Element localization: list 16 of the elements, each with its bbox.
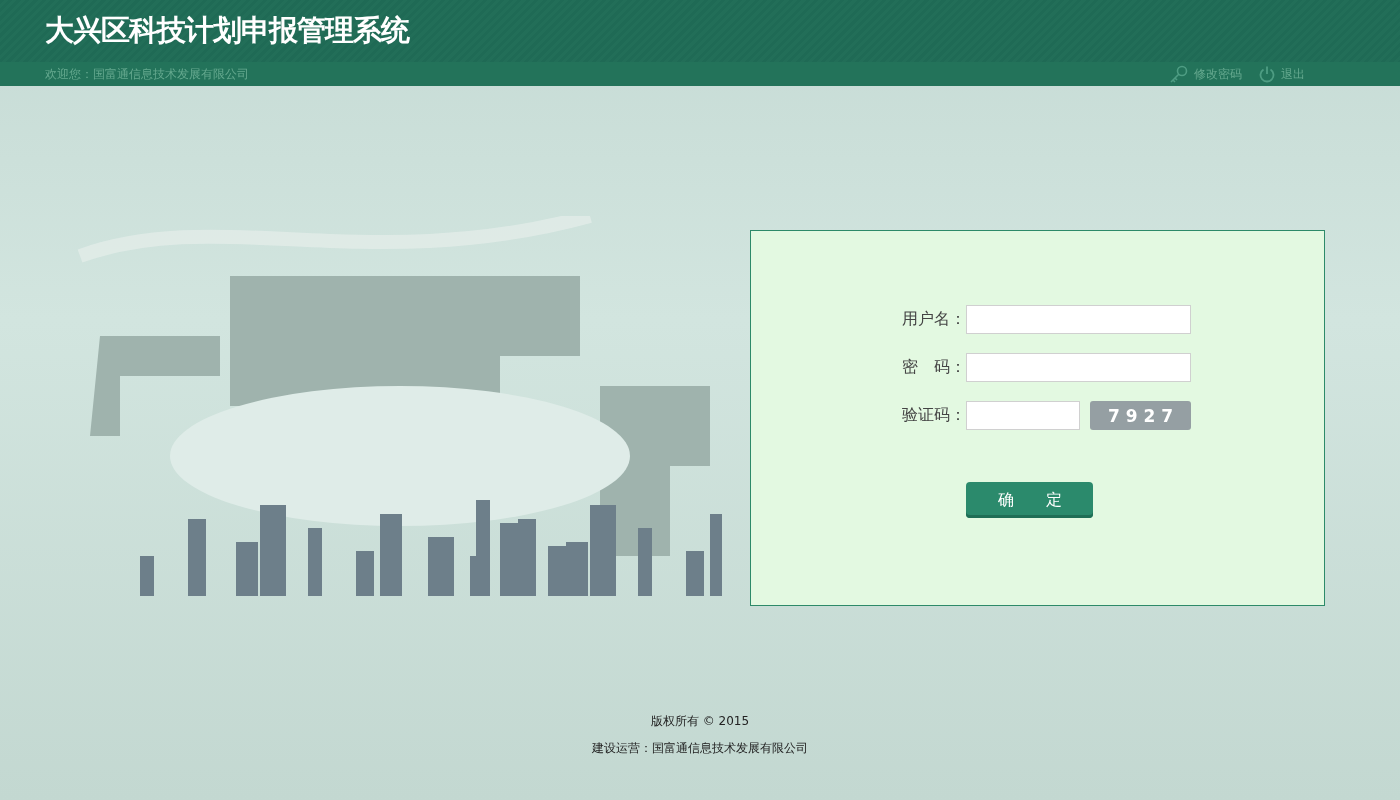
operator-text: 建设运营：国富通信息技术发展有限公司 xyxy=(592,740,808,757)
copyright-text: 版权所有 © 2015 xyxy=(650,713,750,730)
app-title: 大兴区科技计划申报管理系统 xyxy=(45,12,409,49)
field-label: 验证码： xyxy=(901,405,966,426)
password-field[interactable] xyxy=(966,353,1191,382)
username-field[interactable] xyxy=(966,305,1191,334)
welcome-text: 欢迎您：国富通信息技术发展有限公司 xyxy=(45,65,250,83)
power-icon xyxy=(1258,65,1276,83)
submit-button[interactable]: 确 定 xyxy=(966,482,1093,518)
captcha-field[interactable] xyxy=(966,401,1080,430)
field-label: 密 码： xyxy=(901,357,966,378)
field-label: 用户名： xyxy=(901,309,966,330)
change-password-link[interactable]: 修改密码 xyxy=(1169,64,1242,84)
logout-link[interactable]: 退出 xyxy=(1258,65,1305,83)
captcha-image[interactable]: 7 9 2 7 xyxy=(1090,401,1191,430)
key-icon xyxy=(1169,64,1189,84)
